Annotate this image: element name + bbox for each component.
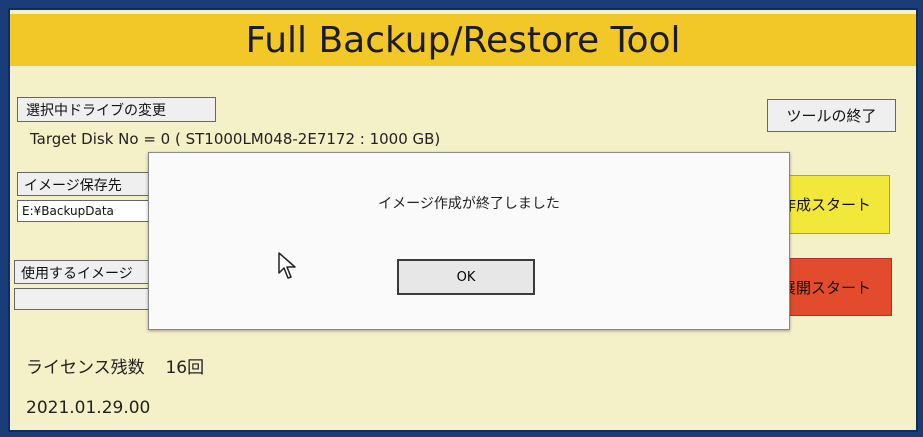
create-start-button[interactable]: 作成スタート [778, 175, 890, 234]
image-save-label: イメージ保存先 [17, 172, 167, 196]
deploy-start-button[interactable]: 展開スタート [778, 258, 892, 316]
completion-dialog: イメージ作成が終了しました OK [148, 152, 790, 330]
use-image-label: 使用するイメージ [14, 260, 164, 284]
version-text: 2021.01.29.00 [26, 398, 151, 418]
dialog-message: イメージ作成が終了しました [378, 196, 560, 212]
ok-button[interactable]: OK [397, 259, 535, 295]
change-drive-button[interactable]: 選択中ドライブの変更 [17, 97, 216, 122]
app-title: Full Backup/Restore Tool [245, 19, 681, 61]
mouse-pointer-icon [278, 252, 296, 279]
license-row: ライセンス残数 16回 [26, 353, 204, 378]
target-disk-text: Target Disk No = 0 ( ST1000LM048-2E7172 … [30, 130, 441, 148]
title-bar: Full Backup/Restore Tool [10, 14, 916, 66]
app-window: Full Backup/Restore Tool 選択中ドライブの変更 ツールの… [10, 10, 916, 430]
exit-button[interactable]: ツールの終了 [767, 99, 896, 132]
use-image-field[interactable] [14, 288, 164, 310]
image-save-path-field[interactable]: E:¥BackupData [17, 200, 167, 222]
license-count: 16回 [165, 358, 205, 378]
license-label: ライセンス残数 [26, 358, 145, 378]
